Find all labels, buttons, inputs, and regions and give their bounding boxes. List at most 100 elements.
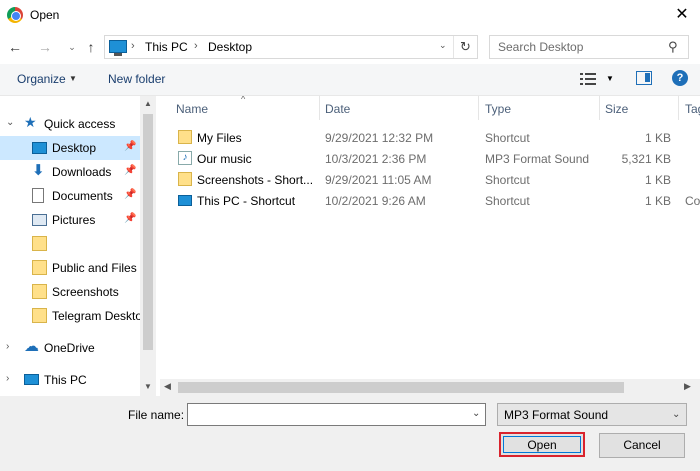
documents-icon (32, 188, 44, 203)
nav-item-label: Screenshots (52, 285, 119, 299)
chevron-down-icon[interactable]: ⌄ (6, 117, 14, 128)
nav-scroll-thumb[interactable] (143, 114, 153, 350)
horizontal-scroll-thumb[interactable] (178, 382, 624, 393)
nav-item-pictures[interactable]: Pictures 📌 (0, 208, 140, 232)
forward-arrow-icon[interactable]: → (36, 38, 54, 56)
pin-icon[interactable]: 📌 (124, 141, 136, 152)
chevron-down-icon[interactable]: ⌄ (439, 40, 447, 51)
command-bar: Organize ▼ New folder ▼ ? (0, 64, 700, 96)
file-size: 1 KB (644, 194, 671, 208)
close-icon[interactable]: ✕ (670, 4, 694, 26)
help-icon[interactable]: ? (672, 70, 688, 86)
nav-item-downloads[interactable]: ⬇ Downloads 📌 (0, 160, 140, 184)
file-row[interactable]: ♪ Our music 10/3/2021 2:36 PM MP3 Format… (170, 148, 700, 169)
pin-icon[interactable]: 📌 (124, 165, 136, 176)
chevron-right-icon[interactable]: › (194, 40, 198, 52)
star-icon: ★ (24, 114, 37, 130)
nav-item-screenshots[interactable]: Screenshots (0, 280, 140, 304)
column-header-tags[interactable]: Tag (685, 102, 700, 116)
refresh-icon[interactable]: ↻ (453, 36, 477, 58)
file-type: Shortcut (485, 173, 530, 187)
view-options-icon[interactable] (580, 72, 596, 86)
navigation-pane: ⌄ ★ Quick access Desktop 📌 ⬇ Downloads 📌… (0, 96, 156, 396)
preview-pane-icon[interactable] (636, 71, 652, 85)
file-date: 10/2/2021 9:26 AM (325, 194, 426, 208)
folder-icon (32, 308, 47, 323)
nav-item-telegram-desktop[interactable]: Telegram Deskto (0, 304, 143, 328)
file-type: MP3 Format Sound (485, 152, 590, 166)
desktop-icon (32, 142, 47, 154)
this-pc-icon (109, 40, 127, 56)
new-folder-button[interactable]: New folder (108, 72, 165, 86)
file-size: 1 KB (644, 131, 671, 145)
file-tag: Co (685, 194, 700, 208)
scroll-right-icon[interactable]: ▶ (684, 381, 691, 392)
pin-icon[interactable]: 📌 (124, 213, 136, 224)
pictures-icon (32, 214, 47, 226)
chevron-down-icon[interactable]: ⌄ (672, 409, 680, 420)
scroll-down-icon[interactable]: ▼ (144, 382, 152, 391)
nav-item-public-and-files[interactable]: Public and Files (0, 256, 140, 280)
cloud-icon: ☁ (24, 338, 39, 355)
chevron-down-icon[interactable]: ⌄ (472, 408, 480, 419)
file-name: Screenshots - Short... (197, 173, 314, 187)
file-date: 9/29/2021 12:32 PM (325, 131, 434, 145)
column-header-type[interactable]: Type (485, 102, 511, 116)
nav-item-desktop[interactable]: Desktop 📌 (0, 136, 140, 160)
nav-item-folder[interactable] (0, 232, 140, 256)
cancel-button[interactable]: Cancel (599, 433, 685, 458)
caret-down-icon[interactable]: ▼ (69, 74, 77, 83)
column-divider[interactable] (478, 96, 479, 120)
nav-item-label: This PC (44, 373, 87, 387)
horizontal-scrollbar[interactable]: ◀ ▶ (160, 379, 700, 396)
scroll-up-icon[interactable]: ▲ (144, 99, 152, 108)
back-arrow-icon[interactable]: ← (6, 38, 24, 56)
search-placeholder: Search Desktop (498, 40, 584, 54)
file-name: This PC - Shortcut (197, 194, 296, 208)
sort-ascending-icon: ^ (241, 96, 246, 104)
folder-icon (32, 260, 47, 275)
chevron-right-icon[interactable]: › (131, 40, 135, 52)
column-divider[interactable] (599, 96, 600, 120)
breadcrumb-desktop[interactable]: Desktop (208, 40, 252, 54)
file-row[interactable]: My Files 9/29/2021 12:32 PM Shortcut 1 K… (170, 127, 700, 148)
up-arrow-icon[interactable]: ↑ (82, 38, 100, 56)
organize-button[interactable]: Organize (17, 72, 66, 86)
folder-shortcut-icon (178, 172, 192, 186)
pc-shortcut-icon (178, 195, 192, 206)
column-header-size[interactable]: Size (605, 102, 628, 116)
pin-icon[interactable]: 📌 (124, 189, 136, 200)
file-row[interactable]: Screenshots - Short... 9/29/2021 11:05 A… (170, 169, 700, 190)
column-divider[interactable] (319, 96, 320, 120)
breadcrumb-this-pc[interactable]: This PC (145, 40, 188, 54)
nav-item-label: Telegram Deskto (52, 309, 143, 323)
folder-icon (32, 284, 47, 299)
column-divider[interactable] (678, 96, 679, 120)
dialog-footer: File name: ⌄ MP3 Format Sound ⌄ Open Can… (0, 396, 700, 471)
scroll-left-icon[interactable]: ◀ (164, 381, 171, 392)
file-name-label: File name: (128, 408, 185, 422)
chevron-right-icon[interactable]: › (6, 341, 9, 352)
download-icon: ⬇ (32, 162, 45, 179)
search-icon: ⚲ (668, 39, 678, 54)
nav-scrollbar[interactable]: ▲ ▼ (140, 96, 156, 396)
window-title: Open (30, 8, 60, 22)
chevron-down-icon[interactable]: ⌄ (63, 38, 81, 56)
caret-down-icon[interactable]: ▼ (606, 74, 614, 83)
chevron-right-icon[interactable]: › (6, 373, 9, 384)
title-bar: Open ✕ (0, 0, 700, 30)
column-header-date[interactable]: Date (325, 102, 350, 116)
open-button[interactable]: Open (499, 432, 585, 457)
file-name-field[interactable] (187, 403, 486, 426)
nav-item-documents[interactable]: Documents 📌 (0, 184, 140, 208)
nav-item-label: OneDrive (44, 341, 95, 355)
nav-item-label: Downloads (52, 165, 112, 179)
nav-item-this-pc[interactable]: › This PC (0, 368, 140, 392)
nav-item-onedrive[interactable]: › ☁ OneDrive (0, 336, 140, 360)
address-bar[interactable]: › This PC › Desktop ⌄ ↻ (104, 35, 478, 59)
file-row[interactable]: This PC - Shortcut 10/2/2021 9:26 AM Sho… (170, 190, 700, 211)
search-input[interactable]: Search Desktop ⚲ (489, 35, 689, 59)
nav-item-quick-access[interactable]: ⌄ ★ Quick access (0, 112, 140, 136)
file-type-select[interactable]: MP3 Format Sound ⌄ (497, 403, 687, 426)
column-header-name[interactable]: Name (176, 102, 208, 116)
